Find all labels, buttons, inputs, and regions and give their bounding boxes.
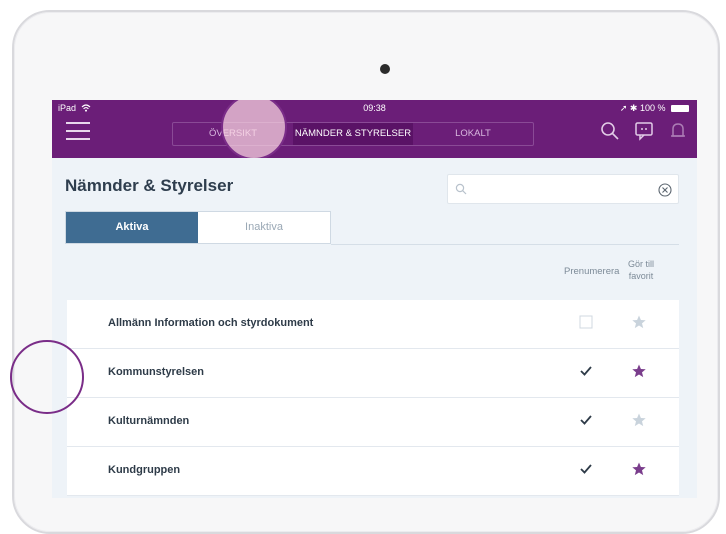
status-bar: iPad 09:38 ➚ ✱ 100 % xyxy=(52,100,697,114)
tab-inaktiva[interactable]: Inaktiva xyxy=(198,212,330,243)
main-content: Nämnder & Styrelser Aktiva Inaktiva Pren… xyxy=(52,158,697,498)
status-tabs: Aktiva Inaktiva xyxy=(65,211,331,244)
menu-icon[interactable] xyxy=(66,122,90,142)
top-actions xyxy=(599,120,689,142)
committee-name: Kulturnämnden xyxy=(108,415,190,427)
star-icon[interactable] xyxy=(631,314,647,330)
list-item[interactable]: Allmänn Information och styrdokument xyxy=(67,300,679,349)
star-icon[interactable] xyxy=(631,363,647,379)
app-screen: iPad 09:38 ➚ ✱ 100 % ÖVERSIKT NÄMNDER & … xyxy=(52,100,697,498)
checkbox-icon[interactable] xyxy=(579,315,593,329)
search-input[interactable] xyxy=(470,179,644,201)
star-icon[interactable] xyxy=(631,412,647,428)
search-box xyxy=(447,174,679,204)
clear-icon[interactable] xyxy=(658,183,672,197)
column-header-favorite: Gör till favorit xyxy=(627,259,654,281)
battery-icon xyxy=(671,105,689,113)
location-icon: ➚ xyxy=(619,103,628,113)
touch-indicator-left xyxy=(10,340,84,414)
clock: 09:38 xyxy=(363,103,386,113)
page-title: Nämnder & Styrelser xyxy=(65,176,234,195)
star-icon[interactable] xyxy=(631,461,647,477)
battery-status: ➚ ✱ 100 % xyxy=(620,103,689,114)
committee-name: Kundgruppen xyxy=(108,464,181,476)
tab-aktiva[interactable]: Aktiva xyxy=(66,212,198,243)
committee-name: Allmänn Information och styrdokument xyxy=(108,317,314,329)
top-bar: iPad 09:38 ➚ ✱ 100 % ÖVERSIKT NÄMNDER & … xyxy=(52,100,697,160)
camera xyxy=(380,64,390,74)
list-item[interactable]: Kundgruppen xyxy=(67,447,679,496)
tab-lokalt[interactable]: LOKALT xyxy=(413,123,533,145)
bell-icon[interactable] xyxy=(667,120,689,142)
checkbox-checked-icon[interactable] xyxy=(579,364,593,378)
search-icon xyxy=(455,183,467,195)
checkbox-checked-icon[interactable] xyxy=(579,413,593,427)
bluetooth-icon: ✱ xyxy=(629,103,638,113)
touch-indicator-top xyxy=(221,100,287,160)
checkbox-checked-icon[interactable] xyxy=(579,462,593,476)
committee-name: Kommunstyrelsen xyxy=(108,366,204,378)
column-header-subscribe: Prenumerera xyxy=(564,266,620,277)
divider xyxy=(331,244,679,245)
list-item[interactable]: Kulturnämnden xyxy=(67,398,679,447)
search-icon[interactable] xyxy=(599,120,621,142)
committee-list: Allmänn Information och styrdokument Komm… xyxy=(67,300,679,496)
tab-namnder-styrelser[interactable]: NÄMNDER & STYRELSER xyxy=(293,123,413,145)
chat-icon[interactable] xyxy=(633,120,655,142)
list-item[interactable]: Kommunstyrelsen xyxy=(67,349,679,398)
battery-percent: 100 % xyxy=(639,103,666,113)
